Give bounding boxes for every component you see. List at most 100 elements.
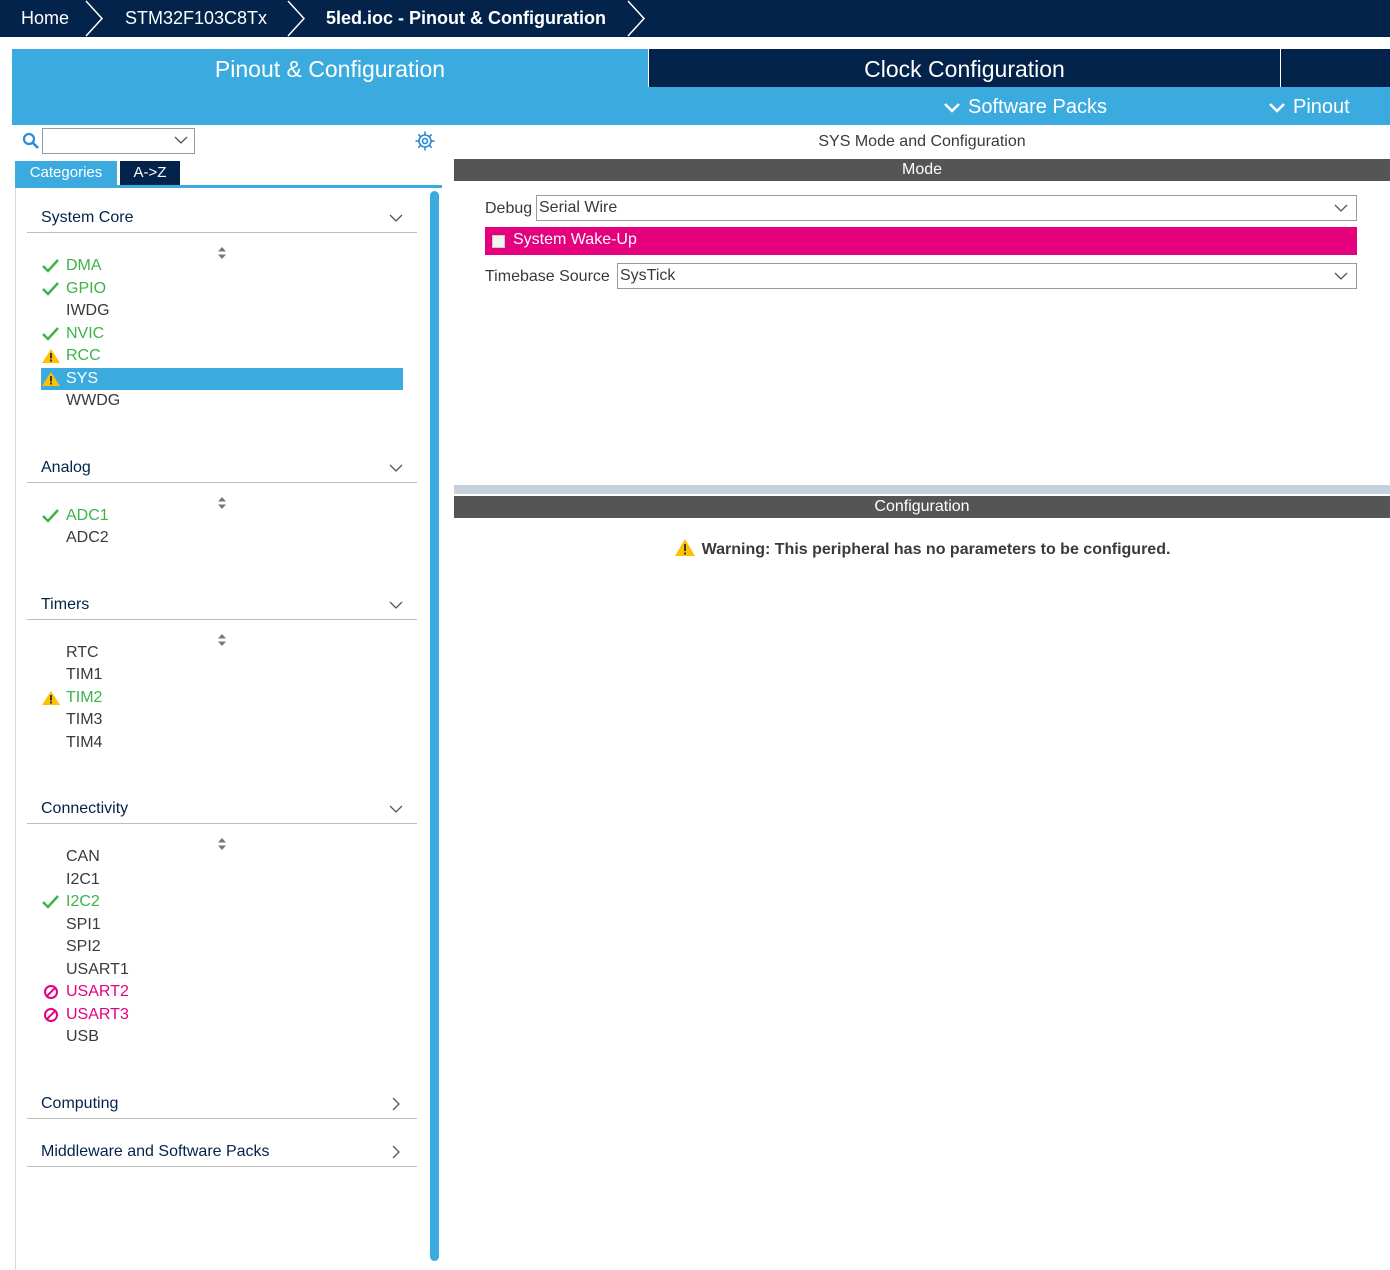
peripheral-label: I2C2 [66,893,100,910]
breadcrumb-separator-icon [287,0,306,37]
breadcrumb-current-file[interactable]: 5led.ioc - Pinout & Configuration [326,0,606,37]
tab-clock-configuration[interactable]: Clock Configuration [648,49,1281,87]
timebase-source-select[interactable]: SysTick [617,263,1357,289]
breadcrumb-home[interactable]: Home [21,0,69,37]
peripheral-label: USB [66,1028,99,1045]
warning-text: Warning: This peripheral has no paramete… [701,541,1171,558]
category-header[interactable]: Analog [27,453,417,483]
system-wakeup-row: System Wake-Up [485,227,1357,255]
debug-select[interactable]: Serial Wire [536,195,1357,221]
category-title: Analog [41,458,91,476]
main-tabbar: Pinout & Configuration Clock Configurati… [12,49,1390,87]
category-header[interactable]: Timers [27,590,417,620]
peripheral-label: TIM4 [66,734,103,751]
peripheral-label: USART1 [66,961,129,978]
check-icon [42,327,59,341]
mode-configuration-panel: SYS Mode and Configuration Mode Debug Se… [454,125,1390,1270]
warning-icon [42,349,60,363]
software-packs-menu[interactable]: Software Packs [944,87,1107,125]
scrollbar[interactable] [430,191,439,1261]
tab-underline [15,185,442,188]
blocked-icon [44,985,58,999]
chevron-down-icon [389,214,403,222]
peripheral-label: SYS [66,370,99,387]
peripheral-label: TIM3 [66,711,103,728]
search-input[interactable] [42,128,195,154]
debug-label: Debug [485,200,533,217]
peripheral-item[interactable]: TIM3 [41,709,403,731]
peripheral-item[interactable]: DMA [41,255,403,277]
chevron-down-icon [944,103,960,113]
tab-overflow[interactable] [1281,49,1390,87]
peripheral-label: SPI2 [66,938,101,955]
peripheral-label: USART3 [66,1006,129,1023]
peripheral-label: NVIC [66,325,105,342]
category-header[interactable]: Computing [27,1089,417,1119]
peripheral-item[interactable]: ADC1 [41,505,403,527]
peripheral-label: TIM2 [66,689,103,706]
peripheral-item[interactable]: WWDG [41,390,403,412]
peripheral-label: RCC [66,347,101,364]
peripheral-item[interactable]: SPI2 [41,936,403,958]
page-title: SYS Mode and Configuration [818,133,1026,150]
peripheral-label: IWDG [66,302,110,319]
peripheral-item[interactable]: RTC [41,642,403,664]
chevron-right-icon [392,1145,400,1158]
breadcrumb-separator-icon [627,0,646,37]
timebase-source-label: Timebase Source [485,268,610,285]
peripheral-item[interactable]: USART3 [41,1004,403,1026]
peripheral-label: RTC [66,644,99,661]
category-header[interactable]: Connectivity [27,794,417,824]
breadcrumb-mcu[interactable]: STM32F103C8Tx [125,0,267,37]
category-title: Middleware and Software Packs [41,1142,270,1160]
peripheral-item[interactable]: SPI1 [41,914,403,936]
peripheral-label: WWDG [66,392,121,409]
peripheral-item[interactable]: I2C1 [41,869,403,891]
peripheral-item[interactable]: CAN [41,846,403,868]
pinout-menu[interactable]: Pinout [1269,87,1350,125]
debug-select-value: Serial Wire [539,199,618,216]
warning-icon [42,691,60,705]
peripheral-label: I2C1 [66,871,100,888]
chevron-down-icon [389,805,403,813]
peripheral-item[interactable]: USB [41,1026,403,1048]
peripheral-item[interactable]: NVIC [41,323,403,345]
stm32cubemx-window: Home STM32F103C8Tx 5led.ioc - Pinout & C… [0,0,1390,1270]
tab-a-to-z[interactable]: A->Z [120,161,180,185]
peripheral-item[interactable]: TIM1 [41,664,403,686]
check-icon [42,259,59,273]
category-title: Connectivity [41,800,129,817]
configuration-section-header: Configuration [454,496,1390,518]
chevron-down-icon [1334,272,1348,280]
peripheral-item[interactable]: USART2 [41,981,403,1003]
peripheral-item[interactable]: I2C2 [41,891,403,913]
blocked-icon [44,1008,58,1022]
peripheral-item[interactable]: USART1 [41,959,403,981]
chevron-down-icon [174,136,188,144]
chevron-down-icon [389,464,403,472]
peripheral-item[interactable]: TIM2 [41,687,403,709]
peripheral-item[interactable]: GPIO [41,278,403,300]
panel-splitter[interactable] [454,485,1390,494]
peripheral-item[interactable]: RCC [41,345,403,367]
category-title: Timers [41,595,90,613]
check-icon [42,895,59,909]
tab-categories[interactable]: Categories [15,161,117,185]
gear-icon[interactable] [414,130,436,152]
list-border [15,188,16,1270]
tab-pinout-configuration[interactable]: Pinout & Configuration [12,49,648,87]
warning-icon [42,372,60,386]
peripheral-item[interactable]: TIM4 [41,732,403,754]
peripheral-label: USART2 [66,983,129,1000]
peripheral-item[interactable]: ADC2 [41,527,403,549]
category-header[interactable]: Middleware and Software Packs [27,1137,417,1167]
category-header[interactable]: System Core [27,203,417,233]
peripheral-item[interactable]: IWDG [41,300,403,322]
system-wakeup-checkbox[interactable] [492,235,505,248]
peripheral-label: ADC2 [66,529,109,546]
peripheral-label: TIM1 [66,666,103,683]
warning-icon [674,539,695,556]
search-icon[interactable] [22,132,40,150]
mode-section-header: Mode [454,159,1390,181]
peripheral-item[interactable]: SYS [41,368,403,390]
